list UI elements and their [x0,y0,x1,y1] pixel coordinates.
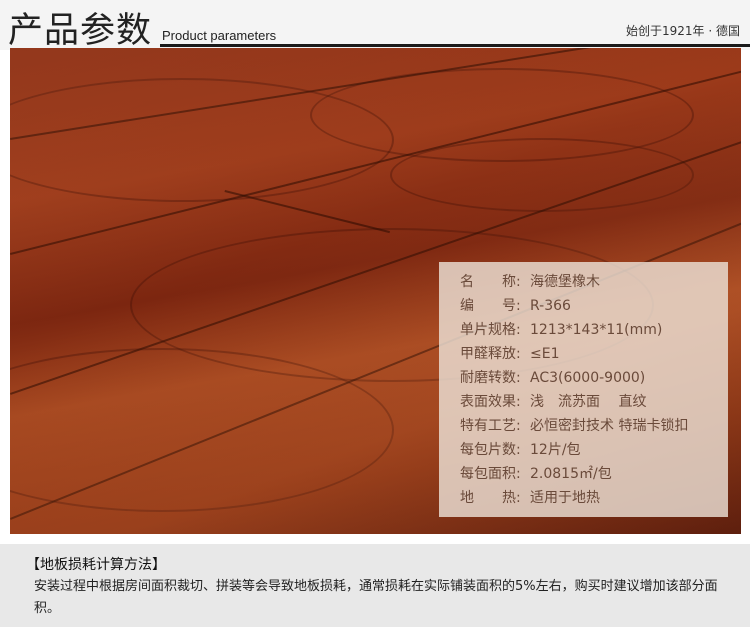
spec-row-process: 特有工艺: 必恒密封技术 特瑞卡锁扣 [460,418,689,434]
spec-row-size: 单片规格: 1213*143*11(mm) [460,322,663,338]
spec-row-name: 名 称: 海德堡橡木 [460,274,600,290]
spec-row-abrasion: 耐磨转数: AC3(6000-9000) [460,370,646,386]
spec-row-heating: 地 热: 适用于地热 [460,490,600,506]
spec-row-code: 编 号: R-366 [460,298,571,314]
loss-calculation-text: 安装过程中根据房间面积裁切、拼装等会导致地板损耗，通常损耗在实际铺装面积的5%左… [34,579,718,616]
spec-row-surface: 表面效果: 浅 流苏面 直纹 [460,394,647,410]
spec-row-area: 每包面积: 2.0815㎡/包 [460,466,612,482]
header-bar: 产品参数 Product parameters 始创于1921年 · 德国 [0,0,750,51]
brand-since-text: 始创于1921年 · 德国 [626,24,740,38]
loss-calculation-section: 【地板损耗计算方法】 安装过程中根据房间面积裁切、拼装等会导致地板损耗，通常损耗… [0,544,750,627]
spec-panel: 名 称: 海德堡橡木 编 号: R-366 单片规格: 1213*143*11(mm)… [439,262,728,517]
page-title: 产品参数 [8,11,153,51]
spec-row-pieces: 每包片数: 12片/包 [460,442,581,458]
loss-calculation-title: 【地板损耗计算方法】 [26,557,166,573]
spec-row-formaldehyde: 甲醛释放: ≤E1 [460,346,560,362]
page-subtitle: Product parameters [162,28,277,43]
header-divider [160,44,750,47]
